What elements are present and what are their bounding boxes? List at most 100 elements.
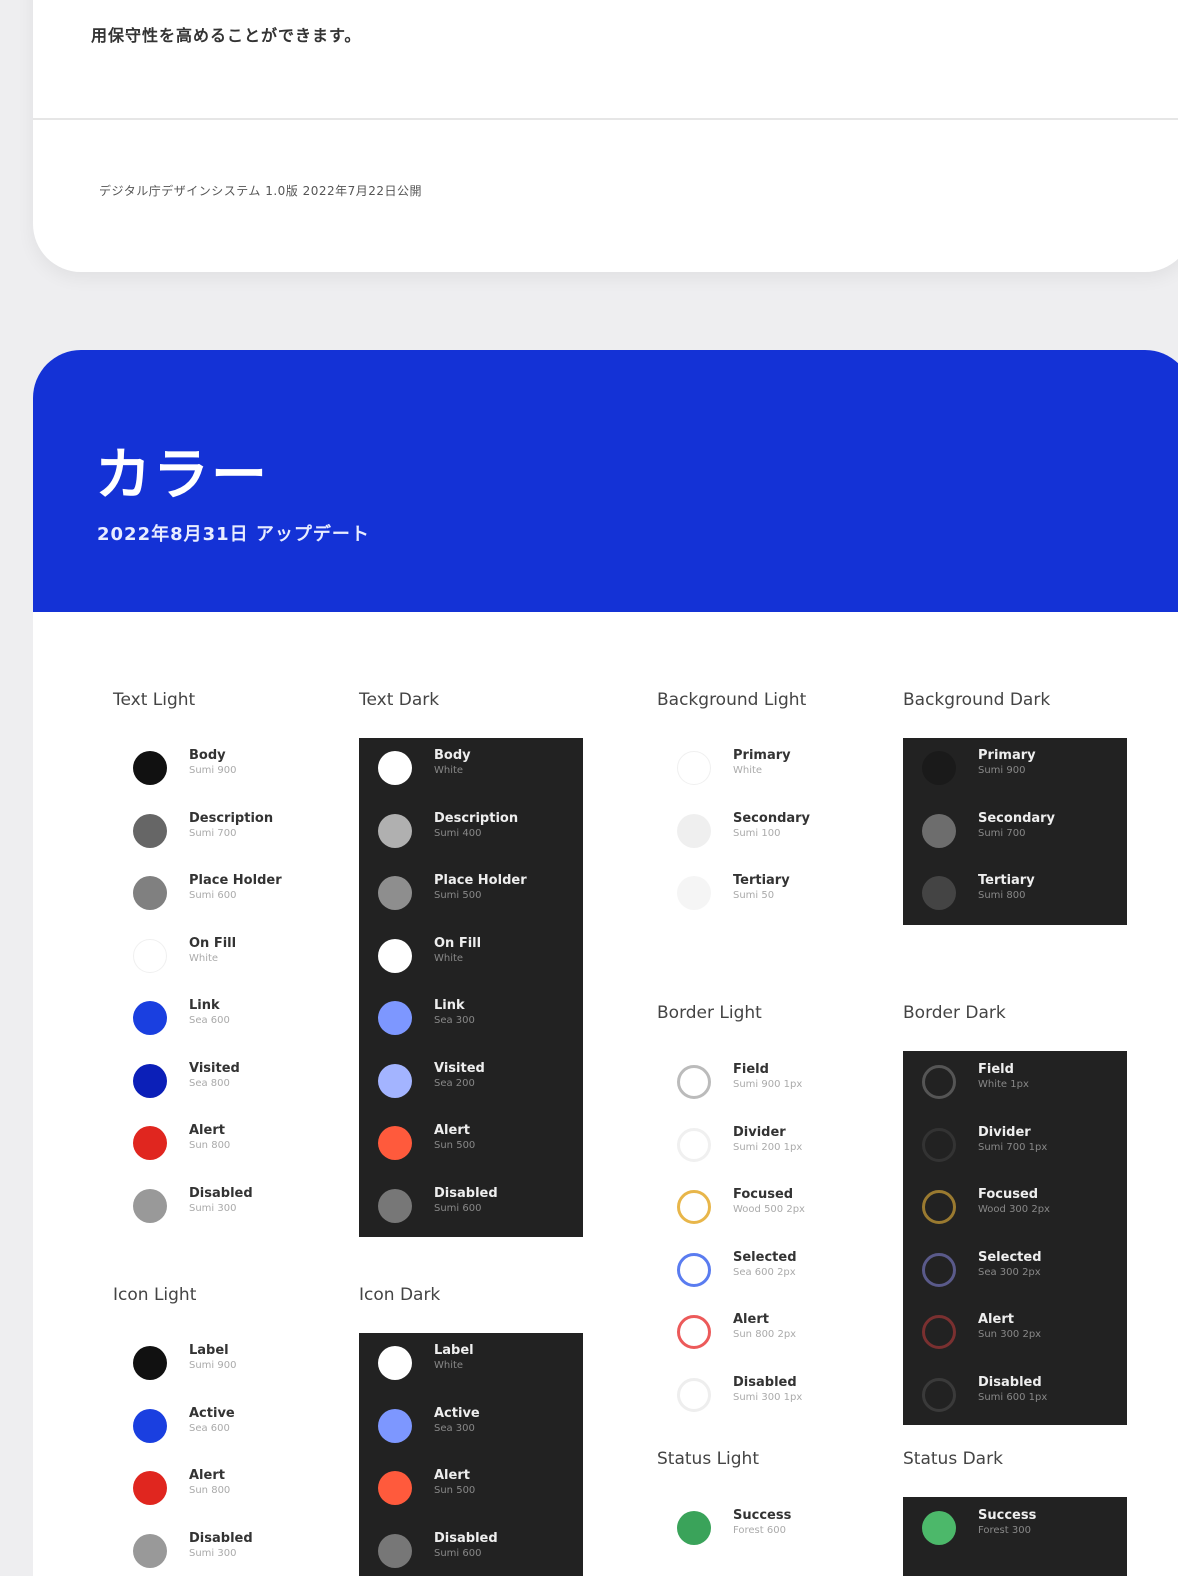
- swatch-token: Sea 300 2px: [978, 1266, 1041, 1278]
- swatch-name: Divider: [733, 1124, 786, 1140]
- color-swatch-divider: Divider Sumi 200 1px: [677, 1125, 887, 1165]
- publication-note: デジタル庁デザインシステム 1.0版 2022年7月22日公開: [99, 184, 423, 198]
- color-swatch-disabled: Disabled Sumi 300: [133, 1186, 343, 1226]
- swatch-token: Sumi 700: [189, 827, 237, 839]
- color-dot: [133, 813, 167, 848]
- swatch-token: Sumi 900: [978, 765, 1026, 776]
- swatch-token: Sea 300: [434, 1422, 475, 1434]
- background-light-swatches: Primary White Secondary Sumi 100 Tertiary Sum…: [677, 748, 877, 938]
- swatch-name: Tertiary: [978, 873, 1035, 888]
- swatch-name: Focused: [733, 1187, 794, 1202]
- section-title-icon-light: Icon Light: [113, 1285, 197, 1305]
- swatch-token: Sea 200: [434, 1077, 475, 1089]
- color-swatch-focused: Focused Wood 300 2px: [922, 1187, 1132, 1227]
- color-dot: [133, 1533, 167, 1568]
- swatch-token: Sun 800: [189, 1140, 231, 1151]
- color-dot: [378, 813, 412, 848]
- swatch-name: Disabled: [434, 1530, 498, 1546]
- color-dot: [677, 1127, 711, 1162]
- swatch-token: Sumi 900 1px: [733, 1079, 803, 1090]
- swatch-token: Sea 800: [189, 1077, 230, 1089]
- swatch-name: Description: [189, 810, 274, 826]
- section-title-status-dark: Status Dark: [903, 1449, 1003, 1469]
- swatch-name: Alert: [189, 1468, 225, 1483]
- swatch-token: Sea 300: [434, 1015, 475, 1026]
- text-dark-swatches: Body White Description Sumi 400 Place Holder…: [359, 738, 583, 1237]
- color-swatch-alert: Alert Sun 800: [133, 1123, 343, 1163]
- color-hero-banner: カラー 2022年8月31日 アップデート: [33, 350, 1178, 612]
- color-swatch-tertiary: Tertiary Sumi 50: [677, 873, 887, 913]
- swatch-name: Disabled: [189, 1185, 253, 1201]
- swatch-token: Sun 500: [434, 1485, 476, 1496]
- swatch-token: Sun 500: [434, 1140, 476, 1151]
- color-dot: [922, 1315, 956, 1349]
- swatch-token: White: [434, 1360, 464, 1371]
- color-dot: [922, 1127, 956, 1162]
- color-dot: [133, 938, 167, 973]
- swatch-name: Disabled: [434, 1185, 498, 1201]
- divider: [33, 118, 1178, 120]
- color-swatch-place-holder: Place Holder Sumi 500: [378, 873, 588, 913]
- swatch-token: Sumi 700: [978, 827, 1026, 839]
- background-dark-swatches: Primary Sumi 900 Secondary Sumi 700 Tertiary…: [903, 738, 1127, 925]
- swatch-name: Divider: [978, 1124, 1031, 1140]
- color-swatch-alert: Alert Sun 800: [133, 1468, 343, 1508]
- swatch-name: On Fill: [434, 935, 482, 951]
- swatch-token: Sun 300 2px: [978, 1329, 1042, 1340]
- swatch-name: Disabled: [978, 1374, 1042, 1390]
- color-dot: [378, 1533, 412, 1568]
- color-dot: [133, 1126, 167, 1160]
- swatch-token: Sumi 900: [189, 1360, 237, 1371]
- swatch-token: Wood 300 2px: [978, 1204, 1050, 1215]
- color-dot: [677, 1252, 711, 1287]
- color-swatch-description: Description Sumi 700: [133, 811, 343, 851]
- color-swatch-secondary: Secondary Sumi 100: [677, 811, 887, 851]
- color-dot: [378, 1408, 412, 1443]
- section-title-border-dark: Border Dark: [903, 1003, 1006, 1023]
- swatch-name: Disabled: [733, 1374, 797, 1390]
- color-swatch-success: Success Forest 600: [677, 1508, 887, 1548]
- color-dot: [922, 876, 956, 910]
- color-swatch-focused: Focused Wood 500 2px: [677, 1187, 887, 1227]
- color-dot: [133, 751, 167, 785]
- swatch-token: Wood 500 2px: [733, 1204, 805, 1215]
- color-swatch-disabled: Disabled Sumi 600 1px: [922, 1375, 1132, 1415]
- color-dot: [133, 1471, 167, 1505]
- intro-text: 用保守性を高めることができます。: [91, 26, 362, 45]
- swatch-token: Sumi 300 1px: [733, 1391, 803, 1403]
- color-dot: [677, 1190, 711, 1224]
- color-swatch-body: Body White: [378, 748, 588, 788]
- swatch-token: Sun 800: [189, 1485, 231, 1496]
- swatch-token: White: [434, 765, 464, 776]
- swatch-token: Sumi 600 1px: [978, 1391, 1048, 1403]
- color-swatch-divider: Divider Sumi 700 1px: [922, 1125, 1132, 1165]
- swatch-name: Description: [434, 810, 519, 826]
- swatch-token: Sumi 600: [189, 890, 237, 901]
- swatch-token: Sun 800 2px: [733, 1329, 797, 1340]
- color-swatch-on-fill: On Fill White: [133, 936, 343, 976]
- swatch-token: Sumi 600: [434, 1547, 482, 1559]
- swatch-name: Field: [978, 1062, 1014, 1077]
- swatch-name: Label: [189, 1343, 229, 1358]
- color-swatch-success: Success Forest 300: [922, 1508, 1132, 1548]
- color-swatch-disabled: Disabled Sumi 600: [378, 1531, 588, 1571]
- swatch-name: Success: [733, 1508, 792, 1523]
- color-dot: [378, 1346, 412, 1380]
- color-dot: [133, 1346, 167, 1380]
- swatch-name: Primary: [733, 748, 791, 763]
- swatch-token: Forest 600: [733, 1525, 786, 1536]
- color-dot: [133, 1063, 167, 1098]
- color-dot: [378, 938, 412, 973]
- color-swatch-label: Label Sumi 900: [133, 1343, 343, 1383]
- color-swatch-link: Link Sea 300: [378, 998, 588, 1038]
- swatch-name: Focused: [978, 1187, 1039, 1202]
- swatch-name: Label: [434, 1343, 474, 1358]
- color-dot: [677, 751, 711, 785]
- swatch-name: Field: [733, 1062, 769, 1077]
- section-title-background-dark: Background Dark: [903, 690, 1051, 710]
- status-light-swatches: Success Forest 600: [677, 1508, 877, 1568]
- swatch-name: Place Holder: [189, 873, 282, 888]
- color-section-card: カラー 2022年8月31日 アップデート Text Light Text Da…: [33, 350, 1178, 1576]
- color-swatch-place-holder: Place Holder Sumi 600: [133, 873, 343, 913]
- swatch-token: Sumi 800: [978, 890, 1026, 901]
